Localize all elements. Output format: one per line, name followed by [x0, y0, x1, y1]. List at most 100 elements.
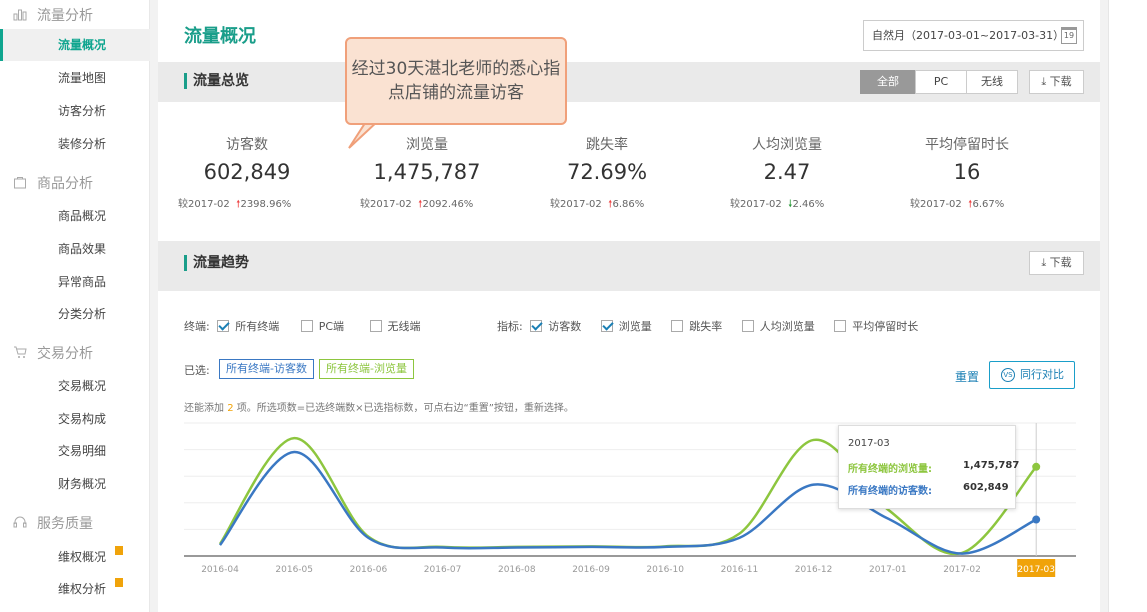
new-flag-icon	[115, 578, 123, 587]
tooltip-pageviews-value: 1,475,787	[963, 460, 1020, 471]
sidebar-item-label: 访客分析	[58, 104, 107, 118]
sidebar-item-label: 维权分析	[58, 582, 107, 596]
chip-visitors[interactable]: 所有终端-访客数	[219, 359, 314, 379]
peer-label: 同行对比	[1020, 368, 1064, 381]
date-range-picker[interactable]: 自然月（2017-03-01~2017-03-31） 19	[863, 20, 1084, 51]
sidebar-item-label: 交易构成	[58, 412, 107, 426]
sidebar-item-label: 商品概况	[58, 209, 107, 223]
checkbox-all-terminals[interactable]	[217, 320, 230, 332]
overview-download-button[interactable]: ⤓ 下载	[1029, 70, 1084, 94]
sidebar-item-traffic-overview[interactable]: 流量概况	[0, 29, 150, 61]
checkbox-pageviews[interactable]	[600, 320, 613, 332]
metric-bounce-rate: 跳失率 72.69%	[522, 134, 692, 184]
x-tick-label: 2016-04	[201, 565, 239, 575]
checkbox-avg-pageviews[interactable]	[741, 320, 754, 332]
sidebar-item-label: 装修分析	[58, 137, 107, 151]
change-value: 2.46%	[792, 199, 825, 210]
compare-label: 较2017-02	[730, 199, 782, 210]
trend-download-button[interactable]: ⤓ 下载	[1029, 251, 1084, 275]
hint-prefix: 还能添加	[184, 403, 224, 414]
right-gutter	[1108, 0, 1147, 612]
sidebar-item-label: 交易明细	[58, 444, 107, 458]
sidebar-item-trade-overview[interactable]: 交易概况	[0, 370, 150, 402]
sidebar-section-traffic[interactable]: 流量分析	[13, 5, 93, 25]
metric-avg-pageviews: 人均浏览量 2.47	[702, 134, 872, 184]
sidebar-item-rights-overview[interactable]: 维权概况	[0, 541, 150, 573]
vs-icon: VS	[1001, 368, 1015, 382]
trend-section-bar: 流量趋势	[158, 241, 1100, 291]
segment-all[interactable]: 全部	[860, 70, 916, 94]
checkbox-label: 无线端	[387, 320, 421, 333]
segment-wireless[interactable]: 无线	[966, 70, 1018, 94]
metric-compare: 较2017-02 🠕6.67%	[910, 195, 1004, 214]
sidebar-item-traffic-map[interactable]: 流量地图	[0, 62, 150, 94]
date-range-value: 自然月（2017-03-01~2017-03-31）	[872, 29, 1065, 42]
x-tick-label: 2016-10	[646, 565, 684, 575]
terminal-filter: 终端: 所有终端 PC端 无线端	[184, 318, 421, 334]
checkbox-label: 所有终端	[235, 320, 280, 333]
download-label: 下载	[1049, 75, 1072, 88]
sidebar-item-category-analysis[interactable]: 分类分析	[0, 298, 150, 330]
sidebar-item-finance-overview[interactable]: 财务概况	[0, 468, 150, 500]
sidebar-item-label: 财务概况	[58, 477, 107, 491]
x-tick-label: 2017-01	[869, 565, 907, 575]
download-label: 下载	[1049, 256, 1072, 269]
sidebar-item-product-overview[interactable]: 商品概况	[0, 200, 150, 232]
main-content: 流量概况 自然月（2017-03-01~2017-03-31） 19 流量总览 …	[158, 0, 1100, 612]
sidebar-item-rights-analysis[interactable]: 维权分析	[0, 573, 150, 605]
checkbox-pc[interactable]	[300, 320, 313, 332]
change-value: 2092.46%	[422, 199, 474, 210]
sidebar-item-visitor-analysis[interactable]: 访客分析	[0, 95, 150, 127]
compare-label: 较2017-02	[550, 199, 602, 210]
cart-icon	[14, 346, 27, 358]
calendar-icon[interactable]: 19	[1061, 27, 1077, 44]
x-tick-label: 2016-05	[275, 565, 313, 575]
sidebar-section-product[interactable]: 商品分析	[14, 173, 93, 193]
download-icon: ⤓	[1041, 256, 1050, 269]
x-tick-label: 2016-08	[498, 565, 536, 575]
metric-label: 人均浏览量	[752, 137, 822, 153]
sidebar-item-label: 异常商品	[58, 275, 107, 289]
sidebar-item-label: 分类分析	[58, 307, 107, 321]
bar-chart-icon	[13, 9, 27, 21]
segment-pc[interactable]: PC	[915, 70, 967, 94]
metric-visitors: 访客数 602,849	[162, 134, 332, 184]
checkbox-avg-duration[interactable]	[834, 320, 847, 332]
metric-compare: 较2017-02 🠗2.46%	[730, 195, 824, 214]
x-tick-label: 2017-03	[1017, 565, 1055, 575]
sidebar-item-label: 交易概况	[58, 379, 107, 393]
overview-title: 流量总览	[184, 73, 249, 89]
sidebar-section-label: 交易分析	[37, 346, 93, 362]
checkbox-label: 跳失率	[689, 320, 723, 333]
checkbox-label: PC端	[318, 320, 345, 333]
metric-compare: 较2017-02 🠕2092.46%	[360, 195, 473, 214]
compare-label: 较2017-02	[178, 199, 230, 210]
sidebar-item-product-effect[interactable]: 商品效果	[0, 233, 150, 265]
reset-button[interactable]: 重置	[955, 368, 979, 385]
sidebar-section-trade[interactable]: 交易分析	[14, 343, 93, 363]
sidebar-section-label: 商品分析	[37, 176, 93, 192]
sidebar-section-service[interactable]: 服务质量	[13, 513, 93, 533]
peer-compare-button[interactable]: VS 同行对比	[989, 361, 1075, 389]
metric-value: 16	[953, 160, 981, 184]
sidebar-item-decoration-analysis[interactable]: 装修分析	[0, 128, 150, 160]
selected-label: 已选:	[184, 364, 210, 377]
tooltip-visitors-label: 所有终端的访客数:	[848, 486, 932, 497]
page-header: 流量概况 自然月（2017-03-01~2017-03-31） 19	[158, 0, 1100, 66]
download-icon: ⤓	[1041, 75, 1050, 88]
tooltip-visitors-value: 602,849	[963, 482, 1009, 493]
sidebar-item-trade-structure[interactable]: 交易构成	[0, 403, 150, 435]
trend-title: 流量趋势	[184, 255, 249, 271]
checkbox-wireless[interactable]	[369, 320, 382, 332]
checkbox-bounce-rate[interactable]	[671, 320, 684, 332]
tooltip-date: 2017-03	[848, 438, 890, 449]
sidebar: 流量分析 流量概况 流量地图 访客分析 装修分析 商品分析 商品概况 商品效果 …	[0, 0, 150, 612]
sidebar-item-abnormal-product[interactable]: 异常商品	[0, 266, 150, 298]
chip-pageviews[interactable]: 所有终端-浏览量	[319, 359, 414, 379]
checkbox-label: 访客数	[548, 320, 582, 333]
sidebar-item-trade-detail[interactable]: 交易明细	[0, 435, 150, 467]
metric-value: 1,475,787	[373, 160, 481, 184]
checkbox-visitors[interactable]	[530, 320, 543, 332]
page-title: 流量概况	[184, 26, 256, 47]
sidebar-item-label: 商品效果	[58, 242, 107, 256]
